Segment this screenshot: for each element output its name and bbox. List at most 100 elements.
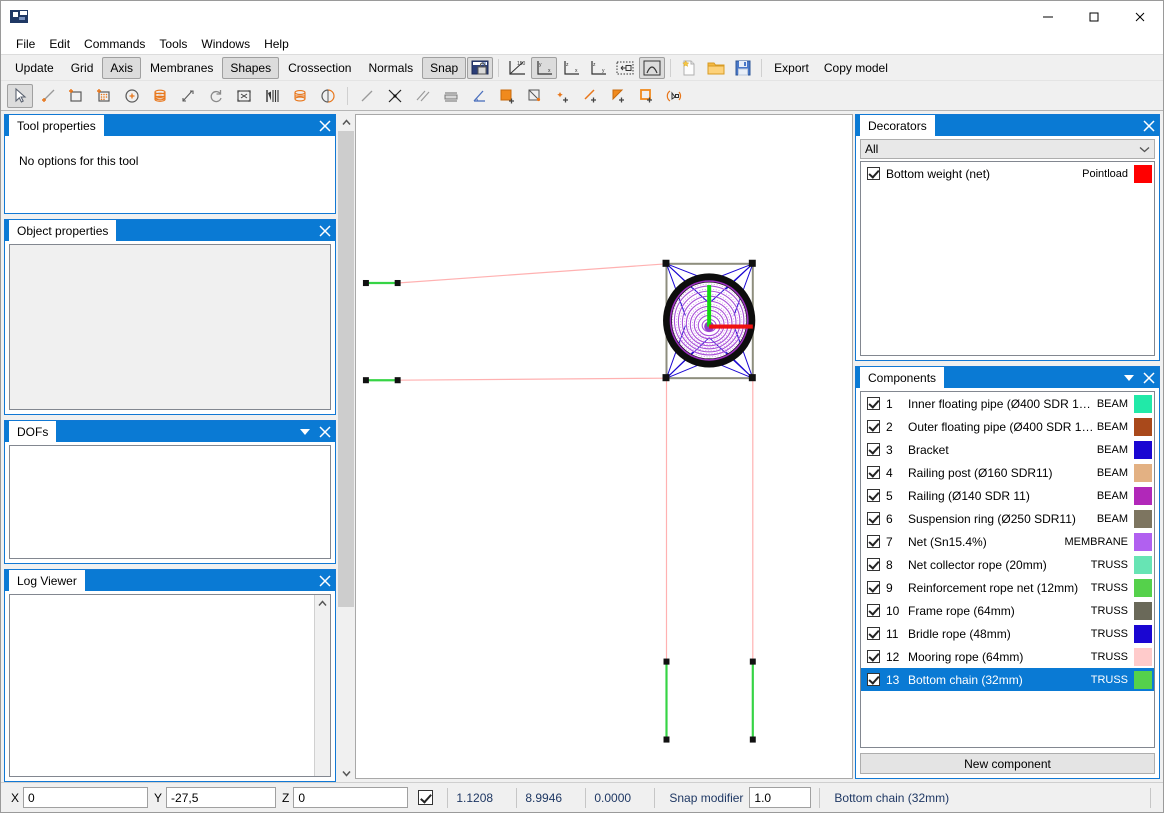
component-row[interactable]: 9 Reinforcement rope net (12mm) TRUSS: [861, 576, 1154, 599]
component-color-swatch[interactable]: [1134, 624, 1152, 643]
toolbar-axis-button[interactable]: Axis: [102, 56, 142, 79]
minimize-button[interactable]: [1025, 1, 1071, 33]
decorators-filter-select[interactable]: All: [860, 139, 1155, 159]
toolbar-grid-button[interactable]: Grid: [63, 57, 102, 79]
component-checkbox[interactable]: [867, 558, 880, 571]
decorators-list[interactable]: Bottom weight (net) Pointload: [860, 161, 1155, 356]
shape-arch-icon[interactable]: [639, 56, 666, 79]
component-color-swatch[interactable]: [1134, 647, 1152, 666]
measure-tool-icon[interactable]: [662, 84, 688, 108]
menu-windows[interactable]: Windows: [194, 35, 257, 53]
component-checkbox[interactable]: [867, 443, 880, 456]
menu-file[interactable]: File: [9, 35, 42, 53]
left-dock-scrollbar[interactable]: [337, 114, 354, 782]
fill-surface-icon[interactable]: [494, 84, 520, 108]
component-checkbox[interactable]: [867, 420, 880, 433]
add-point-icon[interactable]: [550, 84, 576, 108]
left-scroll-thumb[interactable]: [338, 131, 354, 607]
menu-tools[interactable]: Tools: [152, 35, 194, 53]
decorator-color-swatch[interactable]: [1134, 164, 1152, 183]
component-color-swatch[interactable]: [1134, 555, 1152, 574]
add-rectangle-icon[interactable]: [63, 84, 89, 108]
components-list[interactable]: 1 Inner floating pipe (Ø400 SDR 16.7) BEAM…: [860, 391, 1155, 748]
add-line-icon[interactable]: [35, 84, 61, 108]
dofs-close-icon[interactable]: [319, 425, 331, 438]
component-checkbox[interactable]: [867, 673, 880, 686]
components-close-icon[interactable]: [1143, 371, 1155, 384]
add-surface-point-icon[interactable]: [522, 84, 548, 108]
new-file-icon[interactable]: [676, 57, 702, 79]
log-scroll-up-icon[interactable]: [315, 595, 330, 611]
y-input[interactable]: -27,5: [166, 787, 277, 808]
lock-view-icon[interactable]: [467, 56, 494, 79]
component-row[interactable]: 6 Suspension ring (Ø250 SDR11) BEAM: [861, 507, 1154, 530]
components-tab[interactable]: Components: [860, 367, 945, 388]
component-row[interactable]: 4 Railing post (Ø160 SDR11) BEAM: [861, 461, 1154, 484]
close-button[interactable]: [1117, 1, 1163, 33]
dofs-tab[interactable]: DOFs: [9, 421, 57, 442]
log-viewer-scrollbar[interactable]: [314, 595, 330, 776]
3d-model-viewport[interactable]: [355, 114, 853, 779]
x-input[interactable]: 0: [23, 787, 149, 808]
new-component-button[interactable]: New component: [860, 753, 1155, 774]
left-scroll-up-icon[interactable]: [338, 114, 354, 131]
component-color-swatch[interactable]: [1134, 463, 1152, 482]
component-checkbox[interactable]: [867, 581, 880, 594]
component-checkbox[interactable]: [867, 650, 880, 663]
object-properties-list[interactable]: [9, 244, 331, 410]
angle-icon[interactable]: [466, 84, 492, 108]
z-input[interactable]: 0: [293, 787, 409, 808]
menu-commands[interactable]: Commands: [77, 35, 152, 53]
log-viewer-close-icon[interactable]: [319, 574, 331, 587]
add-grid-icon[interactable]: [91, 84, 117, 108]
axis-zx-icon[interactable]: z x: [558, 57, 584, 79]
add-cylinder-icon[interactable]: [147, 84, 173, 108]
component-checkbox[interactable]: [867, 489, 880, 502]
revolve-icon[interactable]: [315, 84, 341, 108]
menu-help[interactable]: Help: [257, 35, 296, 53]
add-triangle-icon[interactable]: [606, 84, 632, 108]
decorator-checkbox[interactable]: [867, 167, 880, 180]
component-checkbox[interactable]: [867, 604, 880, 617]
dofs-menu-icon[interactable]: [299, 427, 311, 437]
toolbar-update-button[interactable]: Update: [7, 57, 62, 79]
distance-icon[interactable]: [438, 84, 464, 108]
component-row[interactable]: 5 Railing (Ø140 SDR 11) BEAM: [861, 484, 1154, 507]
component-row[interactable]: 11 Bridle rope (48mm) TRUSS: [861, 622, 1154, 645]
log-viewer-text[interactable]: [9, 594, 331, 777]
component-checkbox[interactable]: [867, 397, 880, 410]
components-menu-icon[interactable]: [1123, 373, 1135, 383]
component-row[interactable]: 10 Frame rope (64mm) TRUSS: [861, 599, 1154, 622]
decorators-tab[interactable]: Decorators: [860, 115, 935, 136]
menu-edit[interactable]: Edit: [42, 35, 77, 53]
component-row[interactable]: 8 Net collector rope (20mm) TRUSS: [861, 553, 1154, 576]
component-checkbox[interactable]: [867, 512, 880, 525]
array-icon[interactable]: [259, 84, 285, 108]
export-button[interactable]: Export: [767, 61, 816, 75]
component-color-swatch[interactable]: [1134, 670, 1152, 689]
toolbar-normals-button[interactable]: Normals: [360, 57, 421, 79]
rotate-icon[interactable]: [203, 84, 229, 108]
component-row[interactable]: 1 Inner floating pipe (Ø400 SDR 16.7) BEAM: [861, 392, 1154, 415]
component-checkbox[interactable]: [867, 466, 880, 479]
add-quad-icon[interactable]: [634, 84, 660, 108]
component-color-swatch[interactable]: [1134, 394, 1152, 413]
component-row[interactable]: 13 Bottom chain (32mm) TRUSS: [861, 668, 1154, 691]
component-color-swatch[interactable]: [1134, 532, 1152, 551]
component-color-swatch[interactable]: [1134, 509, 1152, 528]
axis-zy-icon[interactable]: z y: [585, 57, 611, 79]
log-viewer-tab[interactable]: Log Viewer: [9, 570, 85, 591]
mirror-icon[interactable]: [231, 84, 257, 108]
component-color-swatch[interactable]: [1134, 601, 1152, 620]
component-color-swatch[interactable]: [1134, 578, 1152, 597]
open-folder-icon[interactable]: [703, 57, 729, 79]
toolbar-shapes-button[interactable]: Shapes: [222, 56, 280, 79]
scale-icon[interactable]: [175, 84, 201, 108]
toolbar-crossection-button[interactable]: Crossection: [280, 57, 359, 79]
component-row[interactable]: 3 Bracket BEAM: [861, 438, 1154, 461]
dofs-list[interactable]: [9, 445, 331, 559]
tool-properties-close-icon[interactable]: [319, 119, 331, 132]
axis-yx-icon[interactable]: y x: [531, 56, 558, 79]
snap-modifier-input[interactable]: 1.0: [749, 787, 812, 808]
line-segment-icon[interactable]: [354, 84, 380, 108]
